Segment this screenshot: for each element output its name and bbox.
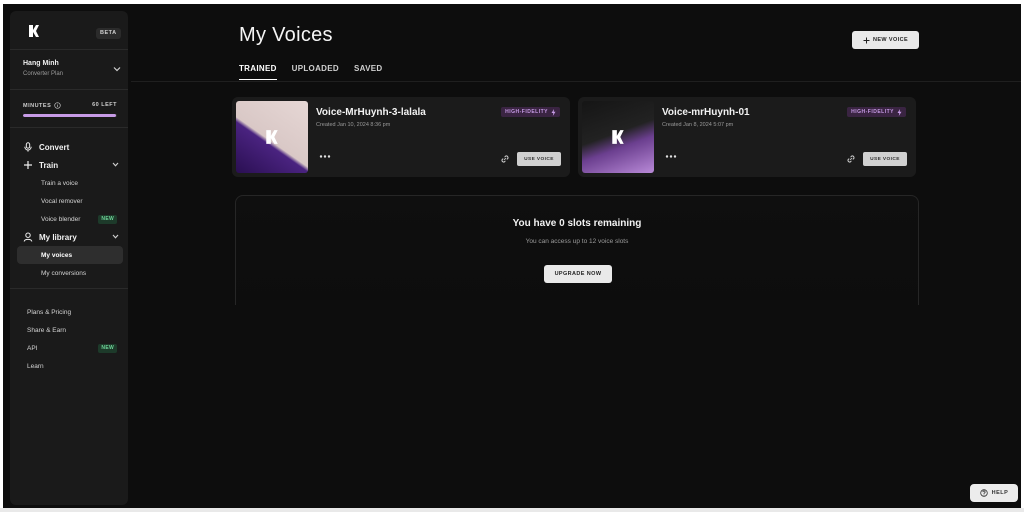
app-window: BETA Hang Minh Converter Plan MINUTES 60…	[3, 4, 1021, 508]
minutes-left: 60 LEFT	[92, 102, 117, 108]
upgrade-now-button[interactable]: UPGRADE NOW	[544, 265, 612, 283]
beta-badge: BETA	[96, 28, 121, 39]
divider	[10, 49, 128, 50]
page-title: My Voices	[239, 24, 333, 46]
minutes-progress-bar	[23, 114, 117, 117]
nav-item-label: Train a voice	[41, 179, 78, 187]
use-voice-button[interactable]: USE VOICE	[863, 152, 907, 166]
badge-label: HIGH-FIDELITY	[851, 109, 894, 115]
kits-logo-icon	[612, 130, 624, 144]
high-fidelity-badge: HIGH-FIDELITY	[501, 107, 560, 117]
nav-plans-pricing[interactable]: Plans & Pricing	[17, 303, 123, 321]
lightning-icon	[897, 108, 902, 116]
tab-trained[interactable]: TRAINED	[239, 64, 277, 80]
new-badge: NEW	[98, 215, 117, 224]
slots-subtitle: You can access up to 12 voice slots	[525, 238, 629, 245]
use-voice-button[interactable]: USE VOICE	[517, 152, 561, 166]
badge-label: HIGH-FIDELITY	[505, 109, 548, 115]
tabs-divider	[131, 81, 1021, 82]
high-fidelity-badge: HIGH-FIDELITY	[847, 107, 906, 117]
nav-api[interactable]: API NEW	[17, 339, 123, 357]
new-voice-button[interactable]: NEW VOICE	[852, 31, 919, 49]
nav-my-conversions[interactable]: My conversions	[17, 264, 123, 282]
voice-thumbnail	[236, 101, 308, 173]
nav-item-label: Voice blender	[41, 215, 81, 223]
divider	[10, 127, 128, 128]
nav-vocal-remover[interactable]: Vocal remover	[17, 192, 123, 210]
nav-train-label: Train	[39, 160, 59, 170]
nav-item-label: Vocal remover	[41, 197, 83, 205]
help-icon	[979, 489, 988, 497]
tab-uploaded[interactable]: UPLOADED	[292, 64, 339, 80]
voice-created-date: Created Jan 10, 2024 8:36 pm	[316, 122, 391, 128]
nav-my-voices[interactable]: My voices	[17, 246, 123, 264]
plus-icon	[24, 161, 32, 169]
minutes-meter: MINUTES 60 LEFT	[23, 102, 117, 117]
chevron-down-icon	[112, 234, 119, 239]
kits-logo-icon[interactable]	[28, 24, 40, 38]
link-icon[interactable]	[846, 154, 856, 164]
voice-card[interactable]: Voice-mrHuynh-01 Created Jan 8, 2024 5:0…	[578, 97, 916, 177]
nav-item-label: My voices	[41, 251, 73, 259]
help-label: HELP	[991, 490, 1009, 496]
plus-icon	[863, 37, 870, 43]
nav-link-label: Learn	[27, 362, 44, 370]
minutes-progress-fill	[23, 114, 117, 117]
voice-name: Voice-MrHuynh-3-lalala	[316, 107, 426, 118]
nav-train[interactable]: Train	[17, 156, 123, 174]
chevron-down-icon	[112, 162, 119, 167]
nav-train-a-voice[interactable]: Train a voice	[17, 174, 123, 192]
link-icon[interactable]	[500, 154, 510, 164]
window-bottom-edge	[0, 508, 1024, 512]
user-name: Hang Minh	[23, 60, 59, 67]
slots-title: You have 0 slots remaining	[512, 218, 642, 229]
microphone-icon	[24, 142, 32, 152]
account-switcher[interactable]: Hang Minh Converter Plan	[23, 60, 123, 86]
nav-link-label: API	[27, 344, 38, 352]
nav-item-label: My conversions	[41, 269, 87, 277]
voice-card[interactable]: Voice-MrHuynh-3-lalala Created Jan 10, 2…	[232, 97, 570, 177]
lightning-icon	[551, 108, 556, 116]
kits-logo-icon	[266, 130, 278, 144]
user-plan: Converter Plan	[23, 71, 64, 77]
voice-slots-panel: You have 0 slots remaining You can acces…	[235, 195, 919, 305]
nav-convert-label: Convert	[39, 142, 70, 152]
help-button[interactable]: HELP	[970, 484, 1018, 502]
secondary-nav: Plans & Pricing Share & Earn API NEW Lea…	[17, 303, 123, 375]
divider	[10, 89, 128, 90]
more-options-icon[interactable]	[319, 154, 331, 159]
nav-share-earn[interactable]: Share & Earn	[17, 321, 123, 339]
more-options-icon[interactable]	[665, 154, 677, 159]
info-icon[interactable]	[54, 102, 61, 109]
nav-library-label: My library	[39, 232, 77, 242]
nav-voice-blender[interactable]: Voice blender NEW	[17, 210, 123, 228]
nav-my-library[interactable]: My library	[17, 228, 123, 246]
divider	[10, 288, 128, 289]
nav-convert[interactable]: Convert	[17, 138, 123, 156]
voice-created-date: Created Jan 8, 2024 5:07 pm	[662, 122, 734, 128]
nav-link-label: Share & Earn	[27, 326, 67, 334]
voice-tabs: TRAINED UPLOADED SAVED	[239, 64, 382, 80]
voice-name: Voice-mrHuynh-01	[662, 107, 750, 118]
sidebar: BETA Hang Minh Converter Plan MINUTES 60…	[10, 11, 128, 505]
new-voice-label: NEW VOICE	[872, 37, 909, 43]
primary-nav: Convert Train Train a voice Vocal remove…	[17, 138, 123, 282]
nav-link-label: Plans & Pricing	[27, 308, 72, 316]
minutes-label: MINUTES	[23, 102, 52, 109]
nav-learn[interactable]: Learn	[17, 357, 123, 375]
voice-thumbnail	[582, 101, 654, 173]
chevron-down-icon	[113, 67, 121, 72]
tab-saved[interactable]: SAVED	[354, 64, 382, 80]
new-badge: NEW	[98, 344, 117, 353]
user-icon	[23, 232, 33, 242]
